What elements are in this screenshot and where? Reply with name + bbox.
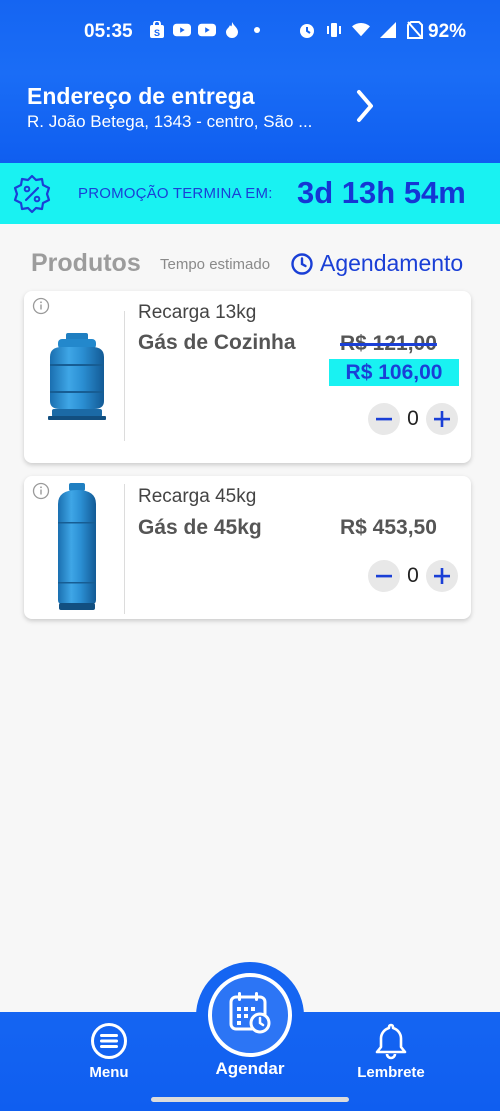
nav-agendar-button[interactable] [208,973,292,1057]
product-subtitle: Recarga 45kg [138,486,257,507]
chevron-right-icon[interactable] [350,86,380,126]
bell-icon [372,1022,410,1060]
shopping-bag-icon: S [148,21,166,39]
status-time: 05:35 [84,21,133,42]
promo-price: R$ 106,00 [329,359,459,386]
svg-text:S: S [154,28,160,38]
decrement-button[interactable] [368,560,400,592]
gas-cylinder-13kg-image [44,331,110,421]
delivery-address[interactable]: Endereço de entrega R. João Betega, 1343… [27,82,337,132]
promo-banner: PROMOÇÃO TERMINA EM: 3d 13h 54m [0,163,500,224]
product-name: Gás de 45kg [138,516,262,539]
product-price: R$ 453,50 [340,516,437,539]
system-icons [298,21,424,39]
address-title: Endereço de entrega [27,83,255,109]
menu-icon [90,1022,128,1060]
flame-icon [223,21,241,39]
battery-percentage: 92% [428,21,467,42]
card-divider [124,311,125,441]
nav-lembrete-label: Lembrete [357,1064,425,1081]
product-name: Gás de Cozinha [138,331,296,354]
info-icon[interactable] [32,482,50,500]
nav-menu[interactable]: Menu [84,1022,134,1081]
clock-icon[interactable] [290,252,314,276]
app-header: 05:35 S 92% Endereço de entrega R. João … [0,0,500,163]
products-header: Produtos Tempo estimado Agendamento [0,245,500,285]
youtube-icon [198,21,216,39]
info-icon[interactable] [32,297,50,315]
nav-menu-label: Menu [89,1064,129,1081]
product-subtitle: Recarga 13kg [138,302,257,323]
home-indicator[interactable] [151,1097,349,1102]
promo-label: PROMOÇÃO TERMINA EM: [78,185,273,202]
youtube-icon [173,21,191,39]
alarm-icon [298,21,316,39]
calendar-clock-icon [227,990,273,1041]
old-price: R$ 121,00 [340,332,437,355]
notification-icons: S [148,21,266,39]
no-sim-icon [406,21,424,39]
nav-lembrete[interactable]: Lembrete [350,1022,432,1081]
gas-cylinder-45kg-image [52,482,102,612]
estimated-time-label: Tempo estimado [160,256,271,273]
card-divider [124,484,125,614]
decrement-button[interactable] [368,403,400,435]
product-card[interactable]: Recarga 13kg Gás de Cozinha R$ 121,00 R$… [24,291,471,463]
promo-timer: 3d 13h 54m [297,175,466,210]
status-bar: 05:35 S 92% [0,0,500,62]
products-title: Produtos [31,249,141,277]
percent-badge-icon [12,174,52,214]
nav-agendar-label[interactable]: Agendar [204,1059,296,1079]
quantity-value: 0 [407,407,419,430]
product-card[interactable]: Recarga 45kg Gás de 45kg R$ 453,50 0 [24,476,471,619]
address-line: R. João Betega, 1343 - centro, São ... [27,112,313,131]
quantity-stepper: 0 [368,403,458,435]
increment-button[interactable] [426,560,458,592]
quantity-value: 0 [407,564,419,587]
signal-icon [379,21,397,39]
dot-icon [248,21,266,39]
increment-button[interactable] [426,403,458,435]
agendamento-link[interactable]: Agendamento [320,250,463,277]
wifi-icon [352,21,370,39]
quantity-stepper: 0 [368,560,458,592]
vibrate-icon [325,21,343,39]
